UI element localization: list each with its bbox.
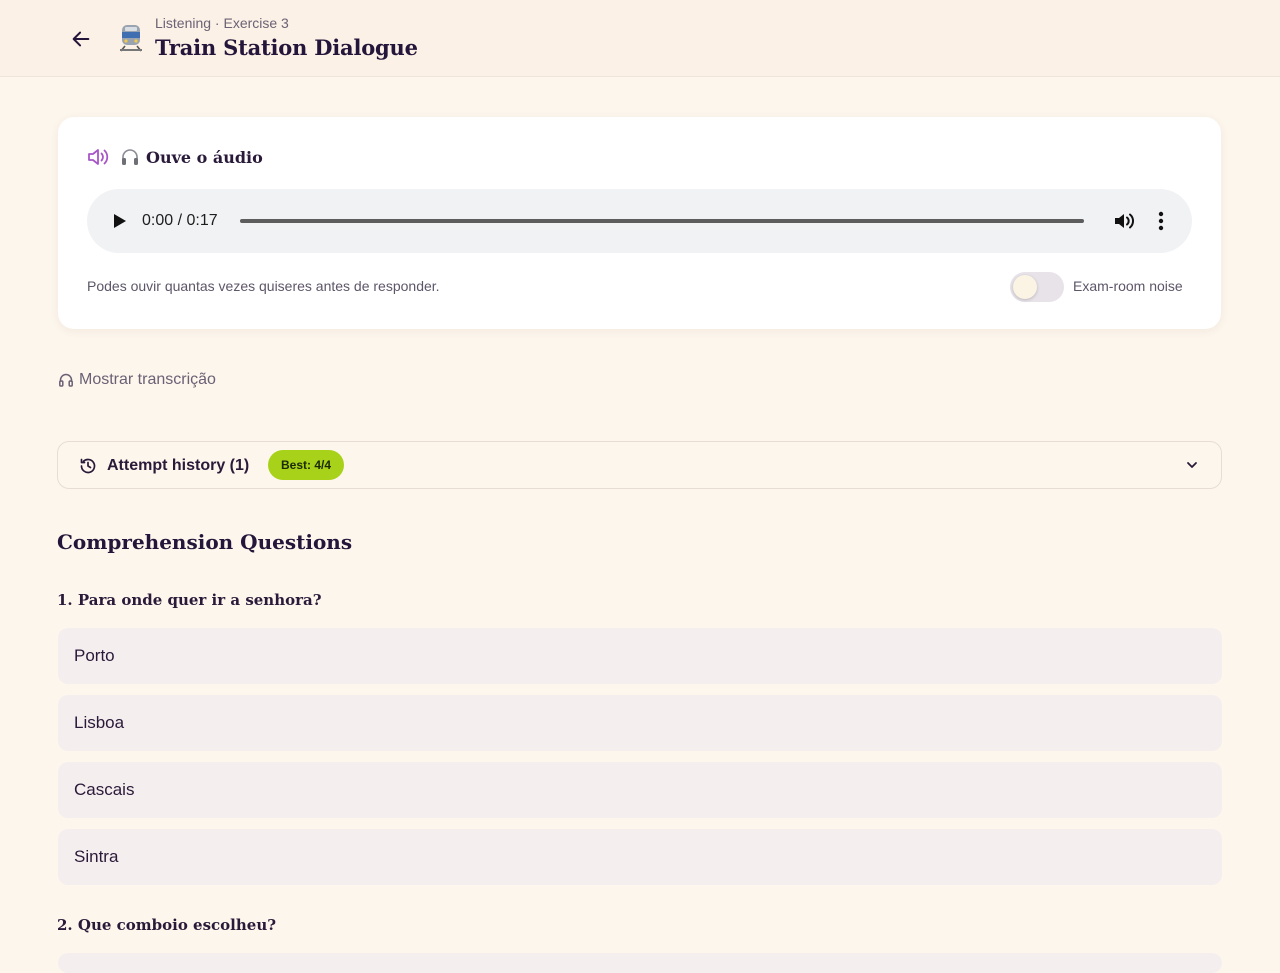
questions-heading: Comprehension Questions <box>57 530 353 554</box>
attempt-history-toggle[interactable]: Attempt history (1) Best: 4/4 <box>57 441 1222 489</box>
page-title: Train Station Dialogue <box>155 35 418 60</box>
show-transcript-link[interactable]: Mostrar transcrição <box>58 371 216 389</box>
more-options-icon[interactable] <box>1151 209 1171 233</box>
answer-option[interactable] <box>58 953 1222 973</box>
show-transcript-label: Mostrar transcrição <box>79 371 216 388</box>
question-title: 1. Para onde quer ir a senhora? <box>57 591 322 609</box>
answer-option[interactable]: Cascais <box>58 762 1222 818</box>
answer-option[interactable]: Lisboa <box>58 695 1222 751</box>
best-score-badge: Best: 4/4 <box>268 450 345 480</box>
answer-option[interactable]: Sintra <box>58 829 1222 885</box>
answer-option-label: Porto <box>74 646 115 665</box>
volume-icon[interactable] <box>1112 209 1136 233</box>
answer-option[interactable]: Porto <box>58 628 1222 684</box>
chevron-down-icon <box>1187 462 1197 468</box>
audio-heading: Ouve o áudio <box>86 145 263 169</box>
audio-player: 0:00 / 0:17 <box>87 189 1192 253</box>
answer-option-label: Sintra <box>74 847 119 866</box>
exam-noise-label: Exam-room noise <box>1073 278 1183 294</box>
audio-time: 0:00 / 0:17 <box>142 212 218 229</box>
answer-option-label: Lisboa <box>74 713 125 732</box>
answer-option-label: Cascais <box>74 780 135 799</box>
toggle-knob <box>1013 275 1037 299</box>
question-title: 2. Que comboio escolheu? <box>57 916 277 934</box>
audio-heading-label: Ouve o áudio <box>146 147 263 167</box>
audio-hint: Podes ouvir quantas vezes quiseres antes… <box>87 278 440 294</box>
arrow-left-icon <box>72 31 90 47</box>
audio-card: Ouve o áudio 0:00 / 0:17 Podes ouvir qua… <box>58 117 1221 329</box>
attempt-history-label: Attempt history (1) <box>107 457 250 474</box>
back-button[interactable] <box>66 24 96 54</box>
speaker-icon <box>88 149 109 165</box>
play-icon[interactable] <box>109 211 129 231</box>
history-icon <box>80 458 96 474</box>
exam-noise-toggle[interactable] <box>1010 272 1064 302</box>
headphones-icon <box>122 149 138 165</box>
breadcrumb: Listening · Exercise 3 <box>155 15 289 31</box>
audio-progress-track[interactable] <box>240 219 1084 223</box>
page-header: Listening · Exercise 3 Train Station Dia… <box>0 0 1280 77</box>
headphones-icon <box>59 373 73 387</box>
train-icon <box>120 25 142 52</box>
